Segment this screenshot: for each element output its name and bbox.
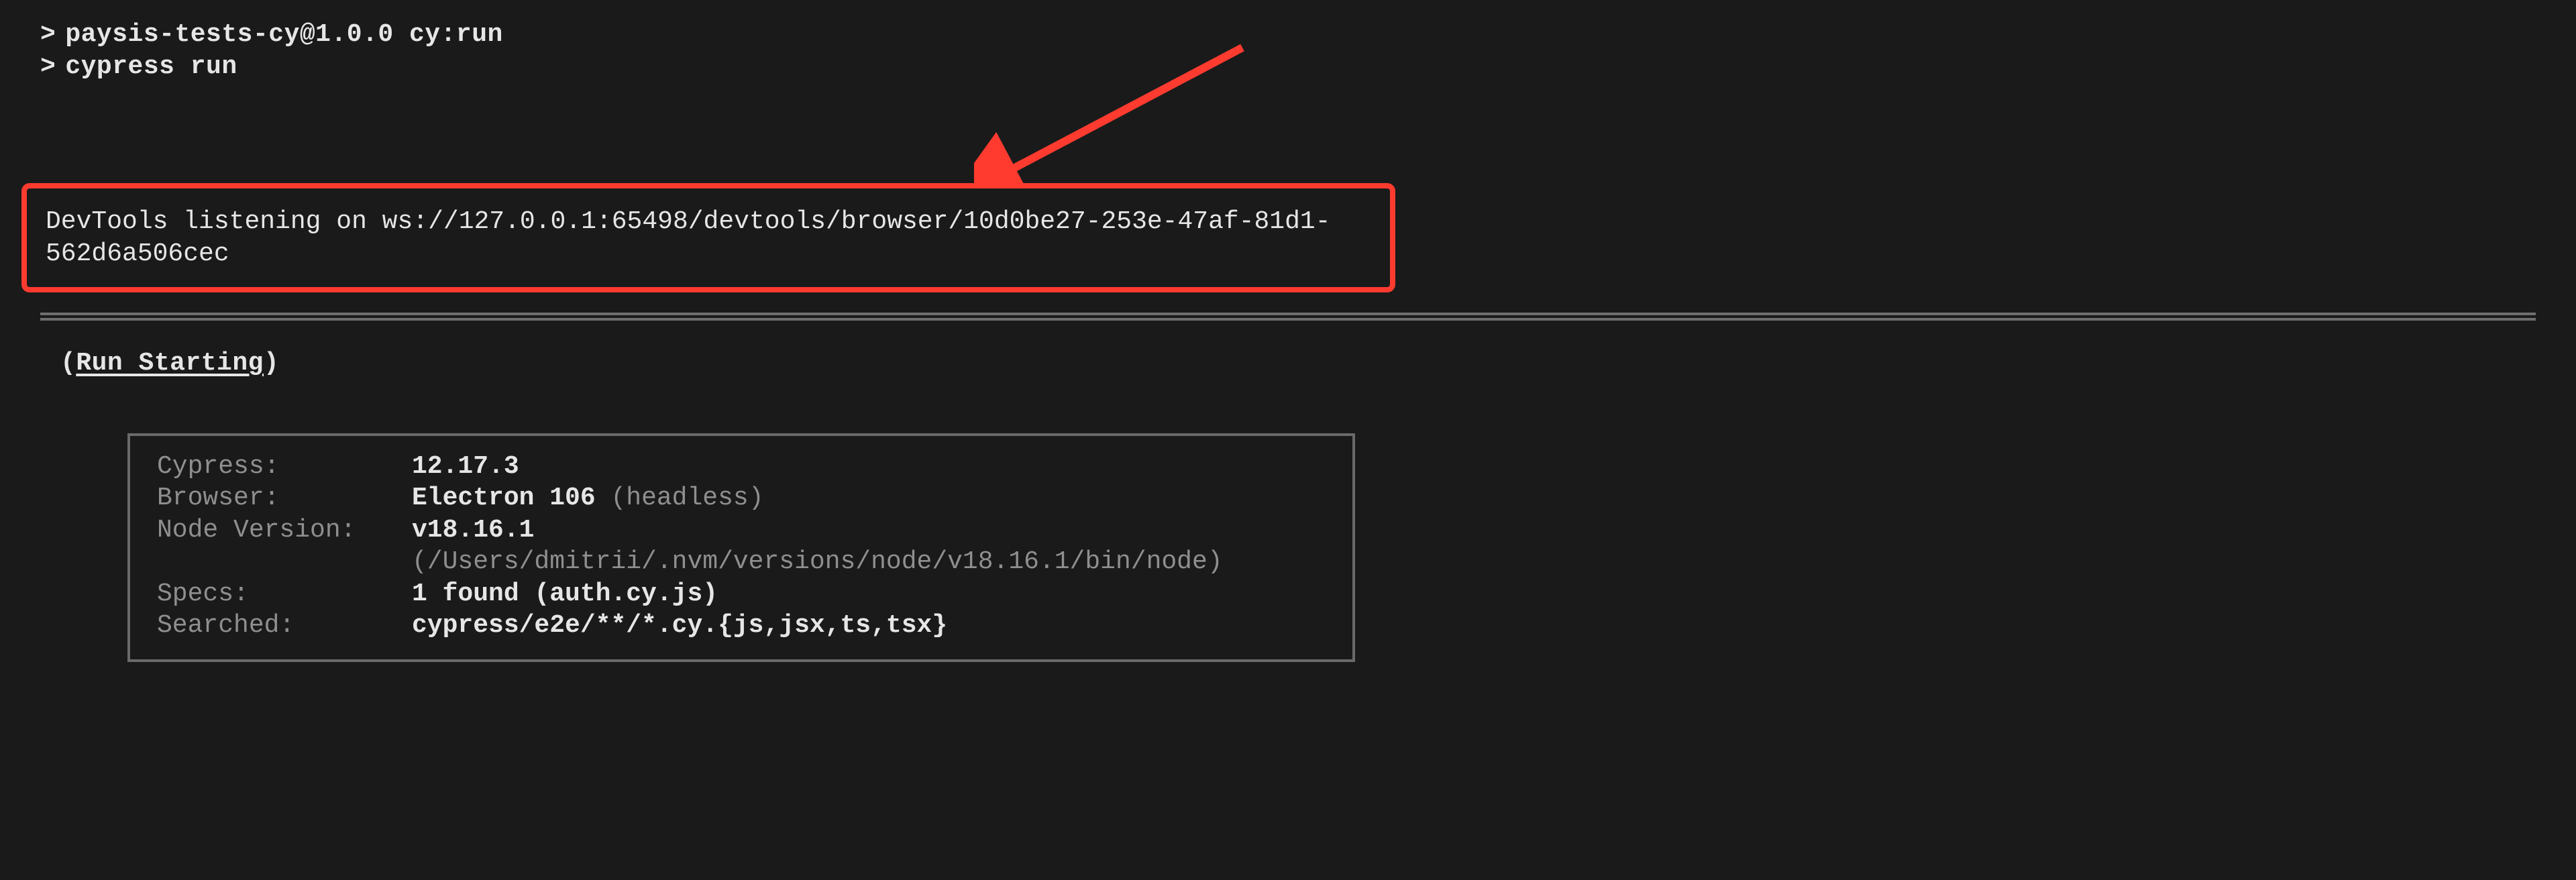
info-value: 1 found (auth.cy.js) (412, 578, 718, 610)
devtools-highlight-box: DevTools listening on ws://127.0.0.1:654… (21, 183, 1395, 292)
info-dim: (headless) (596, 484, 764, 512)
command-line-2: > cypress run (40, 51, 2536, 83)
run-starting-heading: (Run Starting) (40, 347, 2536, 380)
info-label: Node Version: (157, 514, 412, 578)
info-value: Electron 106 (412, 484, 596, 512)
command-text-2: cypress run (65, 52, 237, 81)
prompt-caret-icon: > (40, 52, 56, 81)
info-value: 12.17.3 (412, 451, 519, 483)
run-starting-text: Run Starting (76, 349, 264, 378)
info-value: v18.16.1 (412, 516, 534, 545)
info-row-browser: Browser: Electron 106 (headless) (157, 482, 1326, 514)
info-row-node: Node Version: v18.16.1 (/Users/dmitrii/.… (157, 514, 1326, 578)
terminal-output: > paysis-tests-cy@1.0.0 cy:run > cypress r… (0, 0, 2576, 702)
info-value: cypress/e2e/**/*.cy.{js,jsx,ts,tsx} (412, 610, 947, 642)
info-row-specs: Specs: 1 found (auth.cy.js) (157, 578, 1326, 610)
info-label: Cypress: (157, 451, 412, 483)
command-line-1: > paysis-tests-cy@1.0.0 cy:run (40, 19, 2536, 51)
run-info-box: Cypress: 12.17.3 Browser: Electron 106 (… (127, 433, 1355, 662)
prompt-caret-icon: > (40, 20, 56, 49)
info-label: Specs: (157, 578, 412, 610)
info-dim: (/Users/dmitrii/.nvm/versions/node/v18.1… (412, 547, 1223, 576)
paren-open: ( (60, 349, 76, 378)
info-row-searched: Searched: cypress/e2e/**/*.cy.{js,jsx,ts… (157, 610, 1326, 642)
paren-close: ) (264, 349, 279, 378)
command-text-1: paysis-tests-cy@1.0.0 cy:run (65, 20, 503, 49)
info-label: Searched: (157, 610, 412, 642)
horizontal-rule (40, 313, 2536, 321)
devtools-url-text: DevTools listening on ws://127.0.0.1:654… (46, 207, 1331, 268)
info-row-cypress: Cypress: 12.17.3 (157, 451, 1326, 483)
info-label: Browser: (157, 482, 412, 514)
